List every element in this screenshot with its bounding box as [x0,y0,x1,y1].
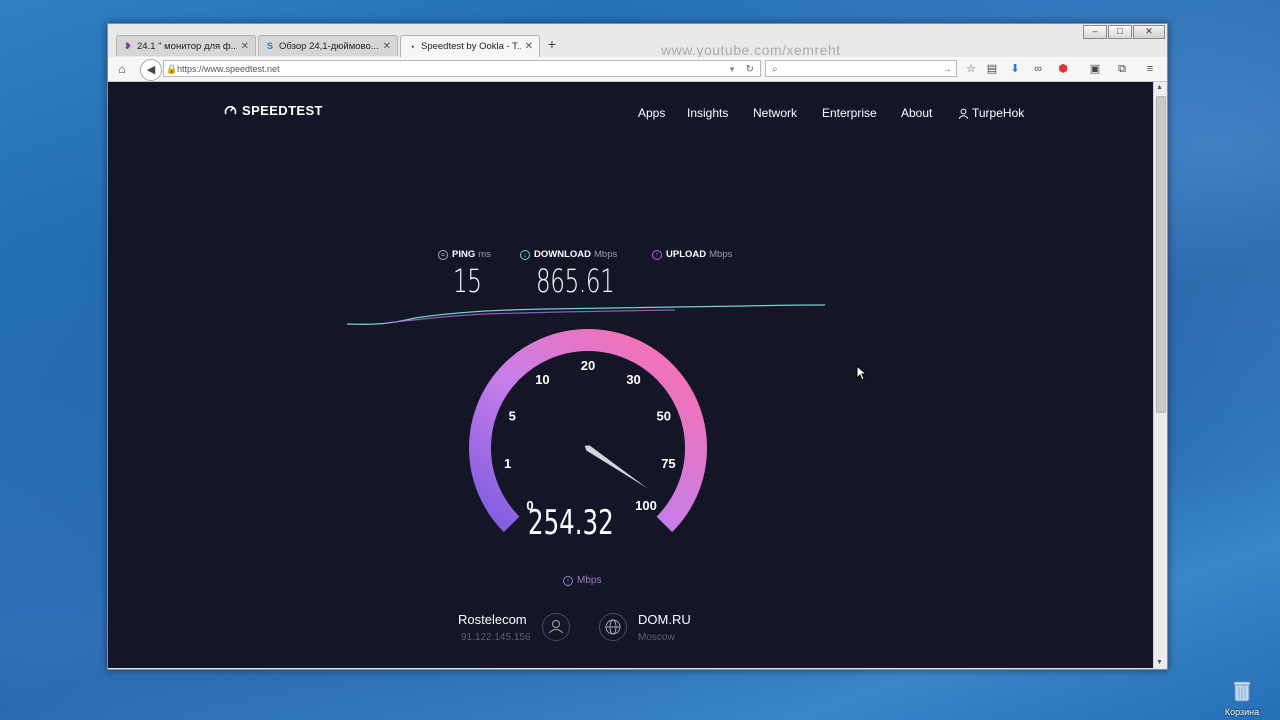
speed-graph [346,304,826,325]
globe-icon [605,619,621,635]
pocket-icon: ❥ [124,41,132,51]
nav-enterprise[interactable]: Enterprise [822,106,877,120]
speedometer-icon [224,106,237,115]
adblock-icon[interactable]: ⬢ [1054,60,1072,78]
navigation-toolbar: ⌂ ◀ 🔒 https://www.speedtest.net ▼ ↻ ⌕ → … [108,57,1167,82]
gauge-tick-label: 75 [661,456,675,471]
download-graph-line [346,304,826,325]
ping-label: PING [452,249,476,260]
lock-icon: 🔒 [166,64,178,74]
search-input[interactable]: ⌕ → [765,60,957,77]
menu-icon[interactable]: ≡ [1141,60,1159,78]
address-bar[interactable]: 🔒 https://www.speedtest.net ▼ ↻ [163,60,761,77]
mask-icon[interactable]: ∞ [1029,60,1047,78]
gauge-tick-label: 100 [635,498,657,513]
tab-close-icon[interactable]: ✕ [383,41,391,52]
upload-label: UPLOAD [666,249,707,260]
download-arrow-icon: ↓ [520,249,530,260]
gauge-tick-label: 20 [581,358,595,373]
logo-text: SPEEDTEST [242,103,323,118]
tab-close-icon[interactable]: ✕ [241,41,249,52]
video-watermark: www.youtube.com/xemreht [661,42,841,58]
tab-monitor[interactable]: ❥ 24.1 " монитор для ф... ✕ [116,35,256,56]
recycle-bin-icon [1233,681,1251,702]
history-dropdown-icon[interactable]: ▼ [728,61,736,78]
gauge-tick-label: 5 [509,409,516,424]
person-icon [548,620,564,634]
recycle-bin[interactable]: Корзина [1222,680,1262,717]
nav-user[interactable]: TurpeHok [958,106,1024,120]
server-location: Moscow [638,632,675,643]
new-tab-button[interactable]: + [544,36,560,52]
nav-insights[interactable]: Insights [687,106,728,120]
bookmark-star-icon[interactable]: ☆ [962,60,980,78]
gauge-tick-label: 10 [535,372,549,387]
gauge-tick-label: 30 [626,372,640,387]
bookmarks-list-icon[interactable]: ▤ [983,60,1001,78]
tab-close-icon[interactable]: ✕ [525,41,533,52]
site-s-icon: S [266,41,273,51]
browser-window: – □ ✕ ❥ 24.1 " монитор для ф... ✕ S Обзо… [107,23,1168,670]
server-name: DOM.RU [638,612,691,627]
nav-apps[interactable]: Apps [638,106,665,120]
page-scrollbar[interactable]: ▲ ▼ [1153,82,1167,668]
upload-unit: Mbps [709,249,733,260]
home-icon[interactable]: ⌂ [114,61,130,77]
upload-metric: ↑ UPLOAD Mbps [652,249,732,260]
download-label: DOWNLOAD [534,249,591,260]
speedtest-logo[interactable]: SPEEDTEST [224,103,323,118]
scroll-up-icon[interactable]: ▲ [1156,84,1163,91]
gauge-tick-label: 1 [504,456,511,471]
recycle-bin-label: Корзина [1224,707,1260,717]
gauge-current-value: 254.32 [528,503,614,543]
screenshot-icon[interactable]: ▣ [1086,60,1104,78]
ping-unit: ms [478,249,491,260]
download-metric: ↓ DOWNLOAD Mbps [520,249,617,260]
isp-ip: 91.122.145.156 [461,632,531,643]
server-change-button[interactable] [599,613,627,641]
tab-speedtest[interactable]: ◔ Speedtest by Ookla - T... ✕ [400,35,540,57]
ping-icon: ≈ [438,249,448,260]
isp-name: Rostelecom [458,612,527,627]
isp-user-button[interactable] [542,613,570,641]
user-icon [958,108,969,119]
tab-title: 24.1 " монитор для ф... [137,40,237,52]
gauge-needle [584,445,648,489]
search-go-icon[interactable]: → [942,61,952,78]
url-text: https://www.speedtest.net [177,64,280,74]
speedtest-icon: ◔ [409,41,415,52]
tab-review[interactable]: S Обзор 24,1-дюймово... ✕ [258,35,398,56]
sync-icon[interactable]: ⧉ [1113,60,1131,78]
gauge-tick-label: 50 [657,409,671,424]
ping-metric: ≈ PING ms [438,249,491,260]
search-icon: ⌕ [772,64,778,75]
gauge-unit: ↑ Mbps [563,575,601,586]
mouse-cursor-icon [856,365,866,381]
scroll-down-icon[interactable]: ▼ [1156,659,1163,666]
scroll-thumb[interactable] [1156,96,1166,413]
download-unit: Mbps [594,249,618,260]
upload-arrow-icon: ↑ [652,249,662,260]
speedtest-page: SPEEDTEST Apps Insights Network Enterpri… [108,82,1153,668]
gauge-unit-text: Mbps [577,575,602,586]
back-button[interactable]: ◀ [140,59,162,81]
upload-arrow-icon: ↑ [563,575,573,586]
nav-network[interactable]: Network [753,106,797,120]
user-name: TurpeHok [972,106,1025,120]
download-icon[interactable]: ⬇ [1006,60,1024,78]
tab-title: Speedtest by Ookla - T... [421,41,521,52]
reload-icon[interactable]: ↻ [746,61,754,78]
tab-bar: ❥ 24.1 " монитор для ф... ✕ S Обзор 24,1… [108,35,1167,58]
tab-title: Обзор 24,1-дюймово... [279,40,379,52]
nav-about[interactable]: About [901,106,932,120]
